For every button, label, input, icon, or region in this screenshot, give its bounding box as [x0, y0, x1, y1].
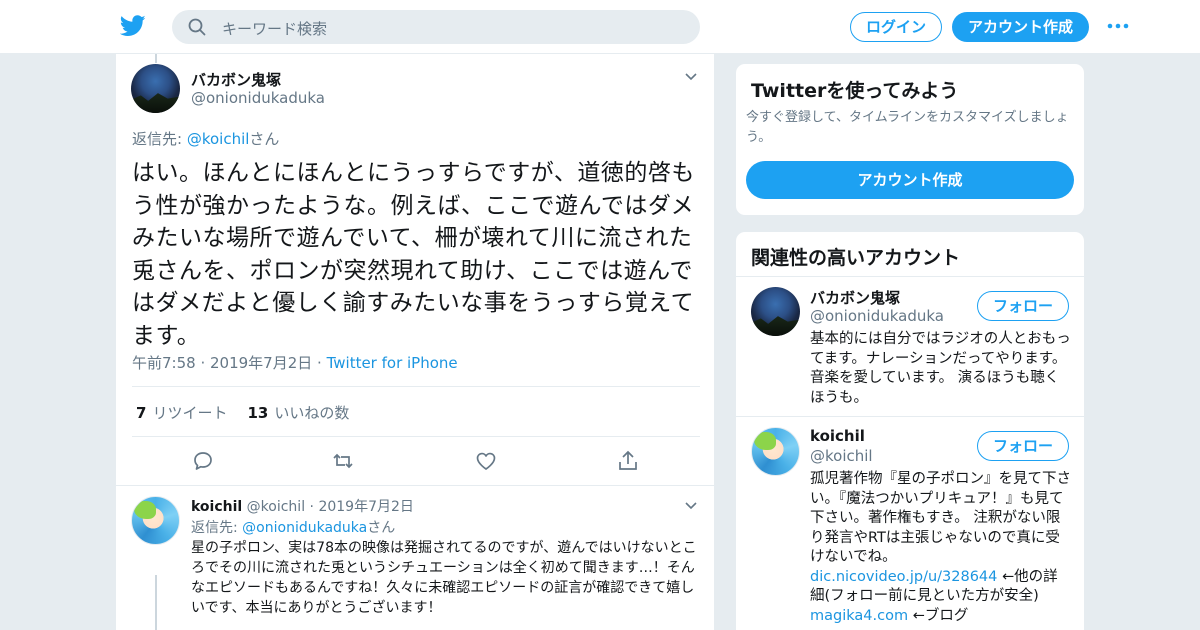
tweet-client-link[interactable]: Twitter for iPhone: [327, 354, 458, 372]
reply-text: 星の子ポロン、実は78本の映像は発掘されてるのですが、遊んではいけないところでそ…: [191, 540, 697, 616]
reply-author-handle[interactable]: @koichil: [247, 499, 305, 515]
related-accounts-card: 関連性の高いアカウント バカボン鬼塚 @onionidukaduka フォロー …: [735, 231, 1085, 630]
signup-card-button[interactable]: アカウント作成: [746, 161, 1074, 199]
account-bio: 孤児著作物『星の子ポロン』を見て下さい。『魔法つかいプリキュア！』も見て下さい。…: [810, 471, 1071, 624]
reply-author-name[interactable]: koichil: [191, 499, 242, 515]
tweet-time: 午前7:58: [132, 354, 196, 372]
search-bar[interactable]: キーワード検索: [172, 10, 700, 44]
reply-to-link[interactable]: @koichil: [187, 130, 250, 148]
account-name[interactable]: バカボン鬼塚: [810, 287, 900, 308]
share-icon[interactable]: [617, 450, 639, 472]
retweet-stat[interactable]: 7 リツイート: [136, 404, 227, 422]
related-card-title: 関連性の高いアカウント: [751, 247, 961, 269]
tweet-author-handle[interactable]: @onionidukaduka: [191, 89, 325, 107]
tweet-stats: 7 リツイート 13 いいねの数: [136, 402, 349, 423]
avatar[interactable]: [751, 287, 800, 336]
signup-card-subtitle: 今すぐ登録して、タイムラインをカスタマイズしましょう。: [746, 110, 1069, 145]
tweet-author-name[interactable]: バカボン鬼塚: [191, 69, 281, 90]
reply-icon[interactable]: [192, 450, 214, 472]
chevron-down-icon[interactable]: [684, 501, 698, 511]
reply-header: koichil @koichil · 2019年7月2日: [191, 499, 414, 515]
follow-button[interactable]: フォロー: [977, 291, 1069, 321]
bio-link[interactable]: magika4.com: [810, 608, 908, 624]
search-icon: [188, 18, 206, 36]
reply-to-line: 返信先: @koichilさん: [132, 130, 280, 148]
more-icon[interactable]: [1107, 22, 1129, 30]
tweet-text: はい。ほんとにほんとにうっすらですが、道徳的啓もう性が強かったような。例えば、こ…: [132, 160, 695, 349]
tweet-meta: 午前7:58 · 2019年7月2日 · Twitter for iPhone: [132, 354, 458, 372]
reply-date[interactable]: 2019年7月2日: [318, 499, 413, 515]
like-icon[interactable]: [475, 450, 497, 472]
account-handle[interactable]: @koichil: [810, 447, 873, 465]
signup-card-title: Twitterを使ってみよう: [751, 80, 959, 102]
tweet-column: バカボン鬼塚 @onionidukaduka 返信先: @koichilさん は…: [115, 54, 715, 630]
signup-card: Twitterを使ってみよう 今すぐ登録して、タイムラインをカスタマイズしましょ…: [735, 63, 1085, 216]
divider: [132, 436, 700, 437]
follow-button[interactable]: フォロー: [977, 431, 1069, 461]
bio-link[interactable]: dic.nicovideo.jp/u/328644: [810, 569, 997, 585]
twitter-bird-icon[interactable]: [120, 14, 146, 38]
divider: [736, 416, 1084, 417]
avatar[interactable]: [131, 496, 180, 545]
thread-connector: [155, 575, 157, 630]
signup-button[interactable]: アカウント作成: [952, 12, 1089, 42]
retweet-icon[interactable]: [332, 450, 354, 472]
chevron-down-icon[interactable]: [684, 72, 698, 82]
avatar[interactable]: [751, 427, 800, 476]
login-button[interactable]: ログイン: [850, 12, 942, 42]
avatar[interactable]: [131, 64, 180, 113]
thread-connector: [155, 54, 157, 63]
reply-to-link[interactable]: @onionidukaduka: [242, 520, 367, 536]
account-name[interactable]: koichil: [810, 427, 865, 445]
section-separator: [116, 485, 714, 486]
top-nav-bar: キーワード検索 ログイン アカウント作成: [0, 0, 1200, 54]
tweet-date: 2019年7月2日: [210, 354, 313, 372]
divider: [132, 386, 700, 387]
search-input[interactable]: キーワード検索: [222, 18, 327, 39]
account-bio: 基本的には自分ではラジオの人とおもってます。ナレーションだってやります。 音楽を…: [810, 331, 1071, 406]
account-handle[interactable]: @onionidukaduka: [810, 307, 944, 325]
divider: [736, 276, 1084, 277]
like-stat[interactable]: 13 いいねの数: [247, 404, 349, 422]
reply-to-line: 返信先: @onionidukadukaさん: [191, 520, 396, 536]
